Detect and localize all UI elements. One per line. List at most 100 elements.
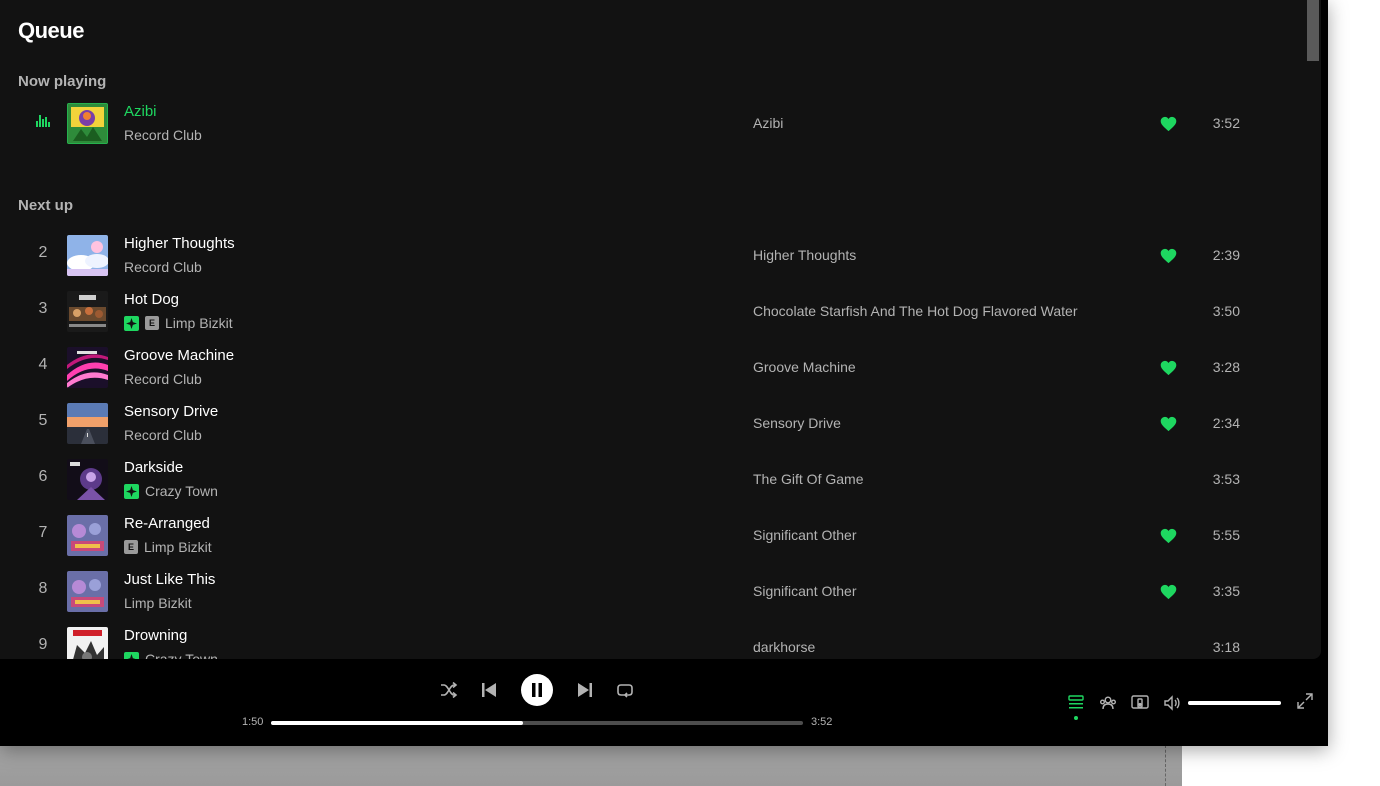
track-title[interactable]: Drowning bbox=[124, 627, 187, 644]
track-title[interactable]: Azibi bbox=[124, 103, 157, 120]
album-cover bbox=[67, 103, 108, 144]
artist-line: E Limp Bizkit bbox=[124, 538, 212, 556]
album-link[interactable]: Groove Machine bbox=[753, 359, 856, 375]
queue-row[interactable]: 4 Groove Machine Record Club Groove Mach… bbox=[0, 340, 1300, 396]
artist-line: E Limp Bizkit bbox=[124, 314, 233, 332]
album-link[interactable]: darkhorse bbox=[753, 639, 815, 655]
shuffle-button[interactable] bbox=[438, 679, 460, 701]
now-playing-row[interactable]: Azibi Record Club Azibi 3:52 bbox=[0, 96, 1300, 152]
artist-link[interactable]: Limp Bizkit bbox=[144, 539, 212, 555]
queue-button[interactable] bbox=[1065, 692, 1087, 714]
track-title[interactable]: Higher Thoughts bbox=[124, 235, 235, 252]
page-title: Queue bbox=[18, 18, 84, 43]
album-cover bbox=[67, 403, 108, 444]
friend-activity-icon bbox=[1100, 696, 1116, 710]
artist-line: Record Club bbox=[124, 370, 202, 388]
track-duration: 2:39 bbox=[1212, 247, 1240, 263]
connect-device-button[interactable] bbox=[1129, 692, 1151, 714]
heart-icon[interactable] bbox=[1160, 528, 1177, 544]
artist-line: Record Club bbox=[124, 258, 202, 276]
track-number: 8 bbox=[38, 580, 48, 597]
artist-line: Record Club bbox=[124, 126, 202, 144]
album-cover bbox=[67, 627, 108, 659]
track-duration: 3:35 bbox=[1212, 583, 1240, 599]
shuffle-icon bbox=[441, 682, 458, 698]
track-duration: 3:53 bbox=[1212, 471, 1240, 487]
album-link[interactable]: Sensory Drive bbox=[753, 415, 841, 431]
heart-icon[interactable] bbox=[1160, 584, 1177, 600]
album-link[interactable]: Significant Other bbox=[753, 527, 857, 543]
artist-line: Limp Bizkit bbox=[124, 594, 192, 612]
artist-link[interactable]: Crazy Town bbox=[145, 483, 218, 499]
queue-panel: Queue Now playing Azibi Record Club Azib… bbox=[0, 0, 1321, 659]
heart-icon[interactable] bbox=[1160, 248, 1177, 264]
album-link[interactable]: Higher Thoughts bbox=[753, 247, 856, 263]
track-title[interactable]: Re-Arranged bbox=[124, 515, 210, 532]
artist-link[interactable]: Record Club bbox=[124, 371, 202, 387]
connect-device-icon bbox=[1131, 695, 1149, 709]
previous-button[interactable] bbox=[478, 679, 500, 701]
track-title[interactable]: Darkside bbox=[124, 459, 183, 476]
volume-button[interactable] bbox=[1161, 692, 1183, 714]
track-number: 5 bbox=[38, 412, 48, 429]
next-up-heading: Next up bbox=[18, 197, 74, 214]
progress-bar[interactable] bbox=[271, 721, 803, 725]
track-duration: 5:55 bbox=[1212, 527, 1240, 543]
skip-forward-icon bbox=[578, 683, 592, 697]
artist-link[interactable]: Record Club bbox=[124, 259, 202, 275]
friend-activity-button[interactable] bbox=[1097, 692, 1119, 714]
now-playing-heading: Now playing bbox=[18, 73, 107, 90]
queue-row[interactable]: 3 Hot Dog E Limp Bizkit Chocolate Starfi… bbox=[0, 284, 1300, 340]
album-link[interactable]: The Gift Of Game bbox=[753, 471, 863, 487]
track-duration: 3:28 bbox=[1212, 359, 1240, 375]
artist-link[interactable]: Limp Bizkit bbox=[165, 315, 233, 331]
queue-row[interactable]: 2 Higher Thoughts Record Club Higher Tho… bbox=[0, 228, 1300, 284]
artist-link[interactable]: Crazy Town bbox=[145, 651, 218, 659]
track-number: 9 bbox=[38, 636, 48, 653]
track-duration: 3:50 bbox=[1212, 303, 1240, 319]
track-title[interactable]: Hot Dog bbox=[124, 291, 179, 308]
repeat-button[interactable] bbox=[614, 679, 636, 701]
album-link[interactable]: Chocolate Starfish And The Hot Dog Flavo… bbox=[753, 303, 1078, 319]
volume-slider[interactable] bbox=[1188, 701, 1281, 705]
artist-line: Crazy Town bbox=[124, 650, 218, 659]
downloaded-icon bbox=[124, 483, 139, 499]
album-link[interactable]: Azibi bbox=[753, 115, 783, 131]
fullscreen-button[interactable] bbox=[1294, 690, 1316, 712]
queue-icon bbox=[1068, 695, 1084, 709]
pause-button[interactable] bbox=[521, 674, 553, 706]
track-number: 7 bbox=[38, 524, 48, 541]
album-cover bbox=[67, 291, 108, 332]
artist-link[interactable]: Record Club bbox=[124, 427, 202, 443]
track-title[interactable]: Just Like This bbox=[124, 571, 215, 588]
queue-row[interactable]: 7 Re-Arranged E Limp Bizkit Significant … bbox=[0, 508, 1300, 564]
queue-row[interactable]: 6 Darkside Crazy Town The Gift Of Game 3… bbox=[0, 452, 1300, 508]
track-number: 3 bbox=[38, 300, 48, 317]
equalizer-icon bbox=[36, 115, 50, 127]
artist-link[interactable]: Limp Bizkit bbox=[124, 595, 192, 611]
repeat-icon bbox=[617, 684, 633, 698]
scrollbar-thumb[interactable] bbox=[1307, 0, 1319, 61]
queue-row[interactable]: 5 Sensory Drive Record Club Sensory Driv… bbox=[0, 396, 1300, 452]
desktop-backdrop bbox=[0, 740, 1182, 786]
next-button[interactable] bbox=[574, 679, 596, 701]
track-duration: 3:18 bbox=[1212, 639, 1240, 655]
heart-icon[interactable] bbox=[1160, 116, 1177, 132]
queue-row[interactable]: 8 Just Like This Limp Bizkit Significant… bbox=[0, 564, 1300, 620]
artist-link[interactable]: Record Club bbox=[124, 127, 202, 143]
total-time: 3:52 bbox=[811, 716, 833, 728]
track-number: 2 bbox=[38, 244, 48, 261]
track-duration: 2:34 bbox=[1212, 415, 1240, 431]
heart-icon[interactable] bbox=[1160, 416, 1177, 432]
album-link[interactable]: Significant Other bbox=[753, 583, 857, 599]
track-title[interactable]: Groove Machine bbox=[124, 347, 234, 364]
volume-icon bbox=[1164, 695, 1180, 711]
track-number: 4 bbox=[38, 356, 48, 373]
fullscreen-icon bbox=[1297, 693, 1313, 709]
artist-line: Record Club bbox=[124, 426, 202, 444]
queue-row[interactable]: 9 Drowning Crazy Town darkhorse 3:18 bbox=[0, 620, 1300, 659]
heart-icon[interactable] bbox=[1160, 360, 1177, 376]
progress-fill bbox=[271, 721, 524, 725]
downloaded-icon bbox=[124, 651, 139, 659]
track-title[interactable]: Sensory Drive bbox=[124, 403, 218, 420]
